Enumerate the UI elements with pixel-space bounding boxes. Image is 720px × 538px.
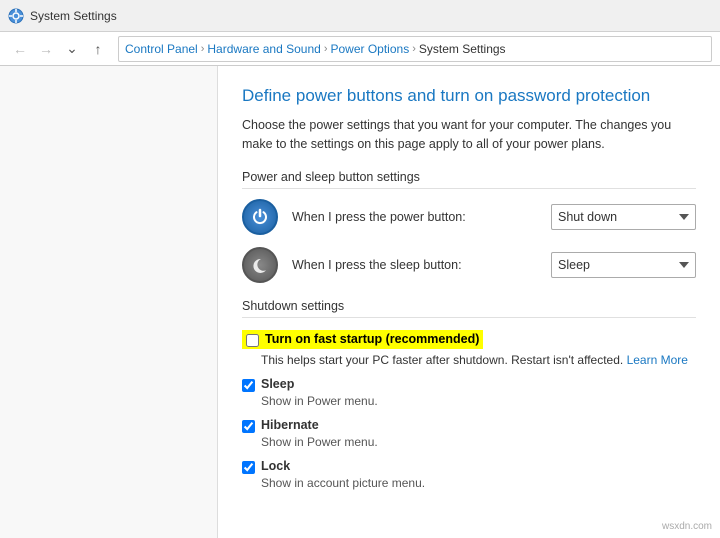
hibernate-option: Hibernate Show in Power menu. bbox=[242, 418, 696, 449]
breadcrumb-current: System Settings bbox=[419, 42, 506, 56]
forward-button[interactable]: → bbox=[34, 37, 58, 61]
fast-startup-label: Turn on fast startup (recommended) bbox=[265, 332, 479, 346]
dropdown-button[interactable]: ⌄ bbox=[60, 37, 84, 61]
back-button[interactable]: ← bbox=[8, 37, 32, 61]
left-panel bbox=[0, 66, 218, 538]
sleep-button-dropdown[interactable]: Sleep Hibernate Shut down Turn off the d… bbox=[551, 252, 696, 278]
content-area: Define power buttons and turn on passwor… bbox=[218, 66, 720, 538]
sleep-option: Sleep Show in Power menu. bbox=[242, 377, 696, 408]
sleep-checkbox[interactable] bbox=[242, 379, 255, 392]
shutdown-section: Shutdown settings Turn on fast startup (… bbox=[242, 299, 696, 490]
sleep-button-icon bbox=[242, 247, 278, 283]
breadcrumb-control-panel[interactable]: Control Panel bbox=[125, 42, 198, 56]
power-button-icon bbox=[242, 199, 278, 235]
fast-startup-option: Turn on fast startup (recommended) This … bbox=[242, 330, 696, 367]
breadcrumb-power-options[interactable]: Power Options bbox=[330, 42, 409, 56]
power-button-label: When I press the power button: bbox=[292, 210, 537, 224]
power-icon-svg bbox=[251, 208, 269, 226]
sleep-button-label: When I press the sleep button: bbox=[292, 258, 537, 272]
hibernate-sub-label: Show in Power menu. bbox=[261, 435, 696, 449]
title-bar: System Settings bbox=[0, 0, 720, 32]
fast-startup-checkbox[interactable] bbox=[246, 334, 259, 347]
power-button-dropdown[interactable]: Shut down Sleep Hibernate Turn off the d… bbox=[551, 204, 696, 230]
fast-startup-desc: This helps start your PC faster after sh… bbox=[261, 353, 696, 367]
lock-checkbox-row: Lock bbox=[242, 459, 696, 474]
sleep-sub-label: Show in Power menu. bbox=[261, 394, 696, 408]
power-section-label: Power and sleep button settings bbox=[242, 170, 696, 189]
breadcrumb-sep-1: › bbox=[201, 43, 205, 55]
watermark: wsxdn.com bbox=[662, 521, 712, 532]
system-settings-icon bbox=[8, 8, 24, 24]
sleep-label: Sleep bbox=[261, 377, 294, 391]
address-bar: ← → ⌄ ↑ Control Panel › Hardware and Sou… bbox=[0, 32, 720, 66]
sleep-icon-svg bbox=[251, 256, 269, 274]
fast-startup-desc-text: This helps start your PC faster after sh… bbox=[261, 353, 623, 367]
lock-option: Lock Show in account picture menu. bbox=[242, 459, 696, 490]
shutdown-section-label: Shutdown settings bbox=[242, 299, 696, 318]
sleep-button-row: When I press the sleep button: Sleep Hib… bbox=[242, 247, 696, 283]
breadcrumb-sep-3: › bbox=[412, 43, 416, 55]
title-bar-text: System Settings bbox=[30, 9, 117, 23]
page-description: Choose the power settings that you want … bbox=[242, 116, 696, 154]
learn-more-link[interactable]: Learn More bbox=[627, 353, 688, 367]
fast-startup-row: Turn on fast startup (recommended) bbox=[242, 330, 483, 349]
breadcrumb: Control Panel › Hardware and Sound › Pow… bbox=[118, 36, 712, 62]
breadcrumb-sep-2: › bbox=[324, 43, 328, 55]
power-button-row: When I press the power button: Shut down… bbox=[242, 199, 696, 235]
lock-checkbox[interactable] bbox=[242, 461, 255, 474]
breadcrumb-hardware-sound[interactable]: Hardware and Sound bbox=[207, 42, 320, 56]
up-button[interactable]: ↑ bbox=[86, 37, 110, 61]
hibernate-checkbox-row: Hibernate bbox=[242, 418, 696, 433]
lock-label: Lock bbox=[261, 459, 290, 473]
nav-buttons: ← → ⌄ ↑ bbox=[8, 37, 110, 61]
hibernate-checkbox[interactable] bbox=[242, 420, 255, 433]
main-layout: Define power buttons and turn on passwor… bbox=[0, 66, 720, 538]
page-heading: Define power buttons and turn on passwor… bbox=[242, 86, 696, 106]
lock-sub-label: Show in account picture menu. bbox=[261, 476, 696, 490]
hibernate-label: Hibernate bbox=[261, 418, 319, 432]
sleep-checkbox-row: Sleep bbox=[242, 377, 696, 392]
